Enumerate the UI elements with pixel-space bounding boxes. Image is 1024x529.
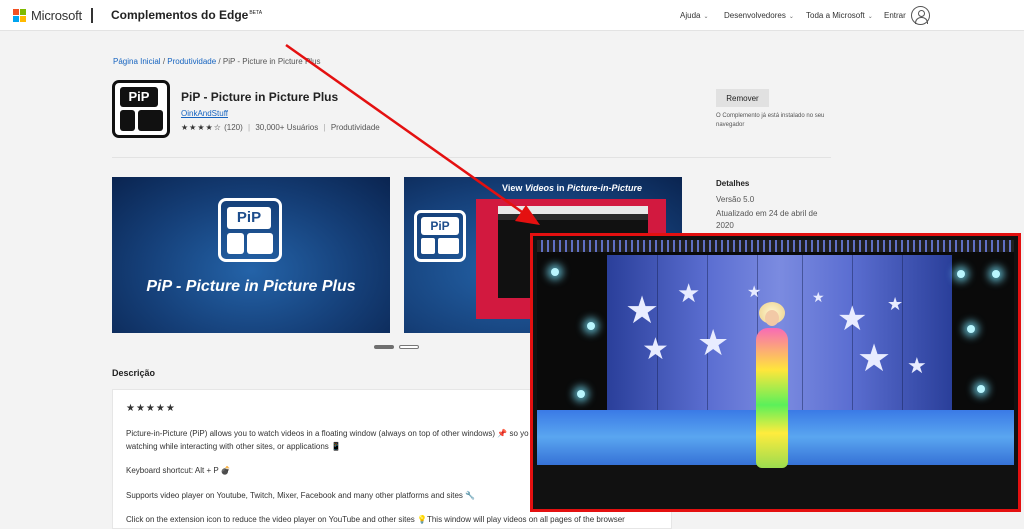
- nav-all-microsoft[interactable]: Toda a Microsoft ⌄: [806, 11, 873, 20]
- details-updated: Atualizado em 24 de abril de 2020: [716, 209, 818, 230]
- logo-block-large: [438, 238, 459, 254]
- video-frame: ★ ★ ★ ★ ★ ★ ★ ★ ★ ★: [537, 240, 1014, 482]
- site-title-text: Complementos do Edge: [111, 8, 249, 22]
- screenshot-2-title-mid: in: [554, 183, 568, 193]
- logo-block-large: [247, 233, 273, 254]
- app-icon-label: PiP: [120, 87, 158, 107]
- nav-all-microsoft-label: Toda a Microsoft: [806, 11, 865, 20]
- stage-light: [957, 270, 965, 278]
- video-bottom-strip: [537, 482, 1014, 506]
- publisher-link[interactable]: OinkAndStuff: [181, 109, 228, 118]
- star-icon: ★: [747, 284, 762, 301]
- screenshot-2-title-videos: Videos: [524, 183, 555, 193]
- details-version: Versão 5.0: [716, 195, 755, 204]
- description-heading: Descrição: [112, 368, 156, 378]
- logo-block-small: [227, 233, 244, 254]
- section-divider: [112, 157, 831, 158]
- stage-truss: [537, 240, 1014, 252]
- description-line: Supports video player on Youtube, Twitch…: [126, 491, 476, 500]
- nav-developers[interactable]: Desenvolvedores ⌄: [724, 11, 794, 20]
- chevron-down-icon: ⌄: [788, 14, 794, 20]
- microsoft-logo-icon[interactable]: [13, 9, 26, 22]
- stage-light: [977, 385, 985, 393]
- star-icon: ★: [677, 278, 701, 308]
- star-icon: ★: [642, 333, 669, 366]
- screenshot-1[interactable]: PiP PiP - Picture in Picture Plus: [112, 177, 390, 333]
- stage-light: [587, 322, 595, 330]
- screenshot-2-title-prefix: View: [502, 183, 525, 193]
- beta-badge: BETA: [249, 10, 263, 16]
- floating-pip-video-window[interactable]: ★ ★ ★ ★ ★ ★ ★ ★ ★ ★: [530, 233, 1021, 512]
- backdrop-line: [802, 255, 803, 415]
- performer-dress: [756, 328, 788, 468]
- meta-divider: |: [323, 123, 326, 132]
- star-icon: ★: [625, 290, 660, 332]
- carousel-dot-active[interactable]: [374, 345, 394, 349]
- chevron-down-icon: ⌄: [703, 14, 709, 20]
- star-icon: ★: [887, 294, 904, 314]
- meta-divider: |: [248, 123, 251, 132]
- stage-light: [551, 268, 559, 276]
- star-icon: ★: [812, 289, 825, 305]
- details-heading: Detalhes: [716, 179, 750, 188]
- users-count: 30,000+ Usuários: [255, 123, 319, 132]
- screenshot-1-icon-label: PiP: [227, 207, 271, 229]
- stage-light: [577, 390, 585, 398]
- app-category: Produtividade: [330, 123, 380, 132]
- description-line: Keyboard shortcut: Alt + P 💣: [126, 466, 231, 475]
- backdrop-line: [902, 255, 903, 415]
- screenshot-2-title: View Videos in Picture-in-Picture: [502, 183, 642, 193]
- top-nav-bar: Microsoft Complementos do EdgeBETA Ajuda…: [0, 0, 1024, 31]
- description-line: watching while interacting with other si…: [126, 442, 341, 451]
- nav-help-label: Ajuda: [680, 11, 701, 20]
- description-line: Picture-in-Picture (PiP) allows you to w…: [126, 429, 529, 438]
- star-icon: ★: [857, 338, 892, 380]
- screenshot-1-caption: PiP - Picture in Picture Plus: [146, 278, 356, 295]
- screenshot-2-title-pip: Picture-in-Picture: [567, 183, 643, 193]
- performer-face: [765, 310, 779, 326]
- breadcrumb-home[interactable]: Página Inicial: [113, 57, 161, 66]
- remove-button[interactable]: Remover: [716, 89, 769, 107]
- logo-block-small: [421, 238, 435, 254]
- stage-light: [967, 325, 975, 333]
- app-icon-block-large: [138, 110, 163, 131]
- microsoft-brand-link[interactable]: Microsoft: [31, 8, 82, 23]
- breadcrumb: Página Inicial / Produtividade / PiP - P…: [113, 57, 321, 66]
- app-title: PiP - Picture in Picture Plus: [181, 90, 339, 104]
- carousel-dot[interactable]: [399, 345, 419, 349]
- description-line: Click on the extension icon to reduce th…: [126, 515, 625, 524]
- header-divider: [91, 8, 93, 23]
- breadcrumb-current: PiP - Picture in Picture Plus: [222, 57, 321, 66]
- performer: [752, 302, 792, 470]
- description-stars-icon: ★★★★★: [126, 403, 176, 414]
- star-icon: ★: [907, 353, 927, 378]
- sign-in-link[interactable]: Entrar: [884, 11, 906, 20]
- pip-app-icon: PiP: [112, 80, 170, 138]
- rating-count[interactable]: (120): [224, 123, 243, 132]
- browser-mock-bar: [498, 214, 648, 220]
- screenshot-2-icon-label: PiP: [421, 217, 459, 235]
- site-title-link[interactable]: Complementos do EdgeBETA: [111, 8, 262, 22]
- star-icon: ★: [697, 322, 730, 363]
- stage-light: [992, 270, 1000, 278]
- pip-logo-icon: PiP: [218, 198, 282, 262]
- pip-logo-icon: PiP: [414, 210, 466, 262]
- breadcrumb-category[interactable]: Produtividade: [167, 57, 216, 66]
- chevron-down-icon: ⌄: [867, 14, 873, 20]
- rating-stars-icon: ★★★★☆: [181, 123, 222, 132]
- nav-developers-label: Desenvolvedores: [724, 11, 786, 20]
- nav-help[interactable]: Ajuda ⌄: [680, 11, 709, 20]
- install-status-note: O Complemento já está instalado no seu n…: [716, 113, 825, 128]
- account-avatar-icon[interactable]: [911, 6, 930, 25]
- star-icon: ★: [837, 300, 868, 338]
- app-meta: ★★★★☆ (120) | 30,000+ Usuários | Produti…: [181, 123, 380, 132]
- app-icon-block-small: [120, 110, 135, 131]
